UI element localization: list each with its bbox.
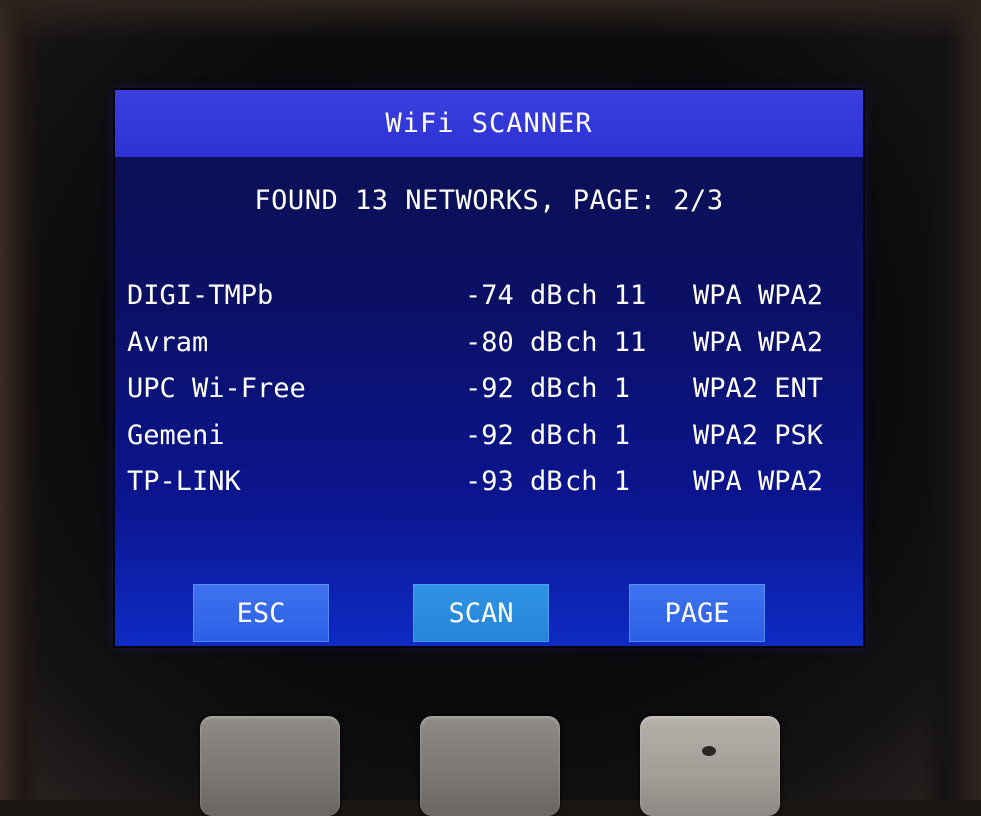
network-signal: -92 dB — [465, 419, 563, 451]
title-bar: WiFi SCANNER — [115, 90, 863, 157]
network-signal: -80 dB — [465, 326, 563, 358]
network-signal: -92 dB — [465, 373, 563, 404]
esc-button[interactable]: ESC — [193, 584, 329, 642]
scan-button[interactable]: SCAN — [413, 584, 549, 642]
network-security: WPA2 ENT — [693, 373, 824, 404]
network-channel: ch 1 — [565, 373, 631, 404]
scan-status: FOUND 13 NETWORKS, PAGE: 2/3 — [254, 185, 724, 216]
network-row[interactable]: UPC Wi-Free -92 dB ch 1 WPA2 ENT — [127, 373, 857, 420]
network-row[interactable]: DIGI-TMPb -74 dB ch 11 WPA WPA2 — [127, 280, 857, 327]
network-signal: -93 dB — [465, 466, 563, 497]
network-ssid: TP-LINK — [127, 466, 241, 497]
network-channel: ch 1 — [565, 466, 631, 497]
network-security: WPA WPA2 — [693, 326, 824, 358]
hardware-key-middle[interactable] — [420, 716, 560, 816]
network-security: WPA2 PSK — [693, 419, 824, 451]
network-ssid: DIGI-TMPb — [127, 280, 274, 311]
page-button[interactable]: PAGE — [629, 584, 765, 642]
hardware-key-left[interactable] — [200, 716, 340, 816]
device-edge-top — [0, 0, 981, 40]
network-ssid: Avram — [127, 326, 209, 358]
network-channel: ch 11 — [565, 326, 647, 358]
key-scuff-mark — [702, 746, 716, 756]
hardware-key-right[interactable] — [640, 716, 780, 816]
network-channel: ch 1 — [565, 419, 631, 451]
network-security: WPA WPA2 — [693, 280, 824, 311]
lcd-screen: WiFi SCANNER FOUND 13 NETWORKS, PAGE: 2/… — [115, 90, 863, 646]
device-edge-left — [0, 0, 40, 800]
network-list: DIGI-TMPb -74 dB ch 11 WPA WPA2 Avram -8… — [127, 280, 857, 513]
network-ssid: Gemeni — [127, 419, 225, 451]
network-row[interactable]: TP-LINK -93 dB ch 1 WPA WPA2 — [127, 466, 857, 513]
network-row[interactable]: Avram -80 dB ch 11 WPA WPA2 — [127, 327, 857, 374]
network-row[interactable]: Gemeni -92 dB ch 1 WPA2 PSK — [127, 420, 857, 467]
screen-title: WiFi SCANNER — [385, 108, 593, 139]
device-casing: WiFi SCANNER FOUND 13 NETWORKS, PAGE: 2/… — [0, 0, 981, 816]
network-ssid: UPC Wi-Free — [127, 373, 306, 404]
network-channel: ch 11 — [565, 280, 647, 311]
network-security: WPA WPA2 — [693, 466, 824, 497]
network-signal: -74 dB — [465, 280, 563, 311]
device-edge-right — [921, 0, 981, 800]
